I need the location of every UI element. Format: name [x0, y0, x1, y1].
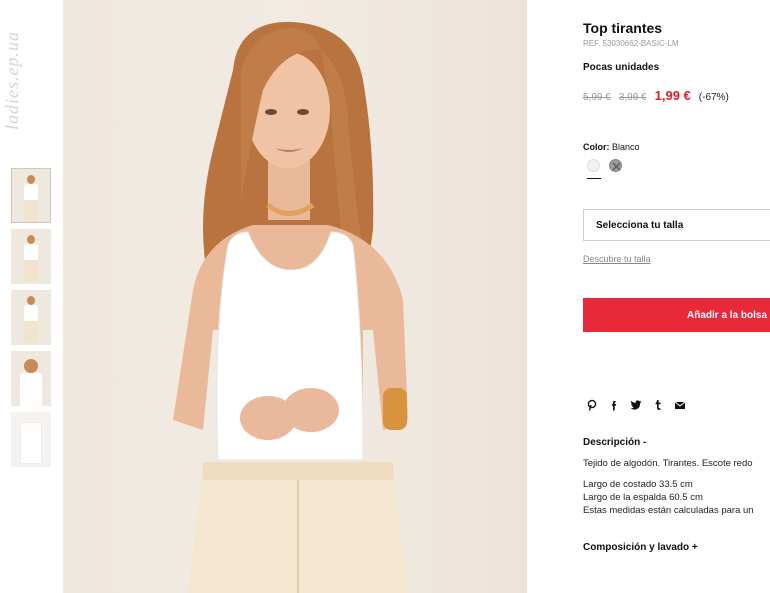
size-guide-link[interactable]: Descubre tu talla — [583, 254, 651, 264]
description-line: Largo de la espalda 60.5 cm — [583, 492, 703, 503]
product-info-panel: Top tirantes REF. 53030662-BASIC-LM Poca… — [583, 0, 770, 593]
watermark: ladies.ep.ua — [2, 31, 22, 130]
old-price-2: 3,99 € — [618, 92, 647, 103]
swatch-white[interactable] — [587, 159, 600, 172]
thumbnail-2[interactable] — [11, 229, 51, 284]
size-select[interactable]: Selecciona tu talla — [583, 209, 770, 241]
pinterest-icon[interactable] — [583, 397, 601, 411]
thumbnail-4[interactable] — [11, 351, 51, 406]
sale-price: 1,99 € — [654, 88, 691, 103]
thumbnail-5[interactable] — [11, 412, 51, 467]
product-title: Top tirantes — [583, 20, 663, 36]
discount-label: (-67%) — [698, 92, 729, 103]
product-ref: REF. 53030662-BASIC-LM — [583, 39, 679, 48]
stock-status: Pocas unidades — [583, 62, 660, 73]
tumblr-icon[interactable] — [649, 397, 667, 411]
mail-icon[interactable] — [671, 397, 689, 411]
description-line: Tejido de algodón. Tirantes. Escote redo — [583, 458, 753, 469]
share-icons — [583, 395, 693, 411]
composition-toggle[interactable]: Composición y lavado + — [583, 542, 698, 553]
color-row: Color: Blanco — [583, 142, 640, 152]
description-toggle[interactable]: Descripción - — [583, 437, 646, 448]
add-to-bag-button[interactable]: Añadir a la bolsa — [583, 298, 770, 332]
description-line: Largo de costado 33.5 cm — [583, 479, 693, 490]
product-photo — [63, 0, 527, 593]
twitter-icon[interactable] — [627, 397, 645, 411]
thumbnail-3[interactable] — [11, 290, 51, 345]
thumbnail-1[interactable] — [11, 168, 51, 223]
swatch-grey[interactable] — [609, 159, 622, 172]
color-label: Color: — [583, 142, 610, 152]
thumbnail-strip — [11, 168, 51, 473]
model-illustration — [173, 21, 408, 593]
facebook-icon[interactable] — [605, 397, 623, 411]
price-row: 5,99 € 3,99 € 1,99 € (-67%) — [583, 88, 729, 103]
old-price-1: 5,99 € — [583, 92, 611, 103]
color-value: Blanco — [612, 142, 640, 152]
swatch-selected-indicator — [587, 178, 601, 179]
description-line: Estas medidas están calculadas para un — [583, 505, 754, 516]
